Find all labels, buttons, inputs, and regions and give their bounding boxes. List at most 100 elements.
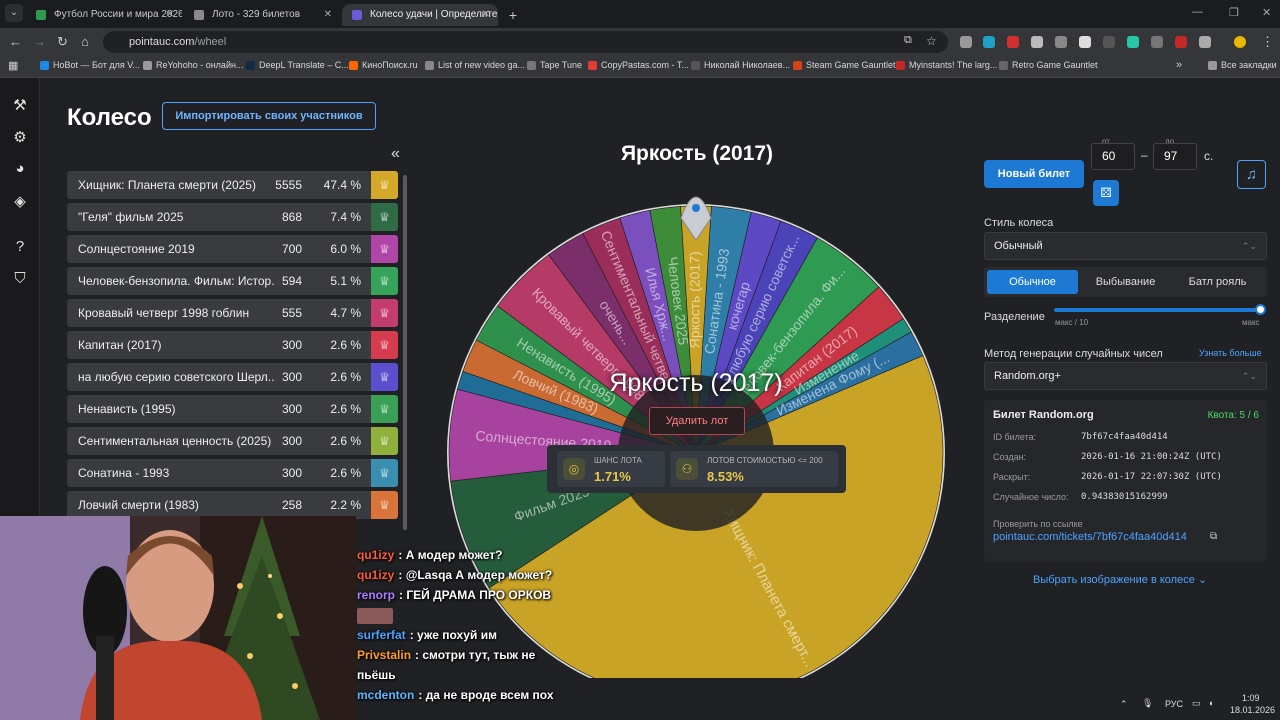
split-slider-handle[interactable] <box>1255 304 1266 315</box>
more-bookmarks-icon[interactable]: » <box>1176 59 1182 71</box>
extension-icon[interactable] <box>1151 36 1163 48</box>
wheel-style-select[interactable]: Обычный ⌃⌄ <box>984 232 1267 260</box>
address-bar[interactable]: pointauc.com/wheel <box>103 31 948 53</box>
list-item[interactable]: "Геля" фильм 2025 868 7.4 % ♕ <box>67 203 398 231</box>
gear-icon[interactable]: ⚙ <box>10 128 30 148</box>
bookmark-item[interactable]: Retro Game Gauntlet <box>999 60 1098 70</box>
list-item[interactable]: Сентиментальная ценность (2025) 300 2.6 % ♕ <box>67 427 398 455</box>
home-icon[interactable]: ⌂ <box>81 34 89 49</box>
learn-more-link[interactable]: Узнать больше <box>1199 348 1262 358</box>
extension-icon[interactable] <box>983 36 995 48</box>
back-icon[interactable]: ← <box>9 34 22 49</box>
gavel-icon[interactable]: ⚒ <box>10 96 30 116</box>
bookmark-item[interactable]: List of new video ga... <box>425 60 525 70</box>
lot-trophy-icon[interactable]: ♕ <box>371 171 398 199</box>
volume-icon[interactable]: ◖ <box>1208 698 1213 708</box>
to-input[interactable]: 97 <box>1153 143 1197 170</box>
lot-trophy-icon[interactable]: ♕ <box>371 395 398 423</box>
lot-trophy-icon[interactable]: ♕ <box>371 203 398 231</box>
split-slider-track[interactable] <box>1054 308 1261 312</box>
collapse-panel-icon[interactable]: « <box>391 145 400 163</box>
tray-chevron-icon[interactable]: ⌃ <box>1120 699 1128 710</box>
bookmark-item[interactable]: Николай Николаев... <box>691 60 790 70</box>
bookmark-item[interactable]: КиноПоиск.ru <box>349 60 418 70</box>
list-item[interactable]: Капитан (2017) 300 2.6 % ♕ <box>67 331 398 359</box>
microphone-icon[interactable]: 🎙 <box>1142 698 1153 709</box>
from-input[interactable]: 60 <box>1091 143 1135 170</box>
mode-normal[interactable]: Обычное <box>987 270 1078 294</box>
clock-time[interactable]: 1:09 <box>1242 693 1260 703</box>
bookmark-item[interactable]: DeepL Translate – С... <box>246 60 349 70</box>
profile-avatar-icon[interactable] <box>1234 36 1246 48</box>
wheel-pie-icon[interactable]: ◕ <box>10 160 30 180</box>
extension-icon[interactable] <box>1127 36 1139 48</box>
lot-trophy-icon[interactable]: ♕ <box>371 299 398 327</box>
bookmark-item[interactable]: Tape Tune <box>527 60 582 70</box>
tab-close-icon[interactable]: ✕ <box>482 4 490 26</box>
lot-trophy-icon[interactable]: ♕ <box>371 427 398 455</box>
extension-icon[interactable] <box>1031 36 1043 48</box>
tab-close-icon[interactable]: ✕ <box>166 4 174 26</box>
ticket-link[interactable]: pointauc.com/tickets/7bf67c4faa40d414 <box>993 531 1187 543</box>
close-window-icon[interactable]: ✕ <box>1262 6 1271 19</box>
new-tab-button[interactable]: + <box>500 4 526 26</box>
forward-icon[interactable]: → <box>33 34 46 49</box>
lot-trophy-icon[interactable]: ♕ <box>371 491 398 519</box>
minimize-icon[interactable]: — <box>1192 6 1203 18</box>
choose-wheel-image-button[interactable]: Выбрать изображение в колесе ⌄ <box>1033 573 1207 586</box>
tab-football[interactable]: Футбол России и мира 2026 - ✕ <box>26 4 182 26</box>
menu-kebab-icon[interactable]: ⋮ <box>1261 34 1274 50</box>
tab-close-icon[interactable]: ✕ <box>324 4 332 26</box>
mode-battle-royale[interactable]: Батл рояль <box>1172 270 1263 294</box>
extensions-puzzle-icon[interactable] <box>1199 36 1211 48</box>
help-icon[interactable]: ? <box>10 238 30 258</box>
list-item[interactable]: Ненависть (1995) 300 2.6 % ♕ <box>67 395 398 423</box>
all-bookmarks[interactable]: Все закладки <box>1208 60 1277 70</box>
shield-icon[interactable]: ⛉ <box>10 270 30 290</box>
maximize-icon[interactable]: ❐ <box>1229 6 1239 19</box>
list-item[interactable]: Солнцестояние 2019 700 6.0 % ♕ <box>67 235 398 263</box>
bookmark-star-icon[interactable]: ☆ <box>926 34 937 48</box>
lot-trophy-icon[interactable]: ♕ <box>371 331 398 359</box>
list-item[interactable]: Хищник: Планета смерти (2025) 5555 47.4 % ♕ <box>67 171 398 199</box>
dice-icon[interactable]: ⚄ <box>1093 180 1119 206</box>
list-item[interactable]: Ловчий смерти (1983) 258 2.2 % ♕ <box>67 491 398 519</box>
lot-trophy-icon[interactable]: ♕ <box>371 363 398 391</box>
bookmark-item[interactable]: ReYohoho - онлайн... <box>143 60 243 70</box>
lot-trophy-icon[interactable]: ♕ <box>371 235 398 263</box>
reload-icon[interactable]: ↻ <box>57 34 68 50</box>
extension-icon[interactable] <box>1079 36 1091 48</box>
tab-loto[interactable]: Лото - 329 билетов ✕ <box>184 4 340 26</box>
tab-wheel[interactable]: Колесо удачи | Определите по ✕ <box>342 4 498 26</box>
extension-icon[interactable] <box>1055 36 1067 48</box>
list-item[interactable]: Человек-бензопила. Фильм: Истор... 594 5.1… <box>67 267 398 295</box>
list-item[interactable]: Кровавый четверг 1998 гоблин 555 4.7 % ♕ <box>67 299 398 327</box>
tab-search-chevron-icon[interactable]: ⌄ <box>5 4 23 22</box>
bookmark-item[interactable]: Myinstants! The larg... <box>896 60 997 70</box>
extension-icon[interactable] <box>1175 36 1187 48</box>
import-participants-button[interactable]: Импортировать своих участников <box>162 102 376 130</box>
mode-elimination[interactable]: Выбывание <box>1080 270 1171 294</box>
music-note-icon[interactable]: ♫ <box>1237 160 1266 189</box>
layers-icon[interactable]: ◈ <box>10 192 30 212</box>
apps-grid-icon[interactable]: ▦ <box>8 59 18 72</box>
bookmark-item[interactable]: Steam Game Gauntlet <box>793 60 896 70</box>
lot-trophy-icon[interactable]: ♕ <box>371 459 398 487</box>
lot-trophy-icon[interactable]: ♕ <box>371 267 398 295</box>
list-item[interactable]: на любую серию советского Шерл... 300 2.6 … <box>67 363 398 391</box>
list-item[interactable]: Сонатина - 1993 300 2.6 % ♕ <box>67 459 398 487</box>
lots-scrollbar[interactable] <box>403 175 407 530</box>
network-icon[interactable]: ▭ <box>1192 698 1201 709</box>
copy-icon[interactable]: ⧉ <box>1210 531 1217 542</box>
language-indicator[interactable]: РУС <box>1165 699 1183 709</box>
bookmark-item[interactable]: CopyPastas.com - T... <box>588 60 689 70</box>
rng-select[interactable]: Random.org+ ⌃⌄ <box>984 362 1267 390</box>
clock-date[interactable]: 18.01.2026 <box>1230 705 1275 715</box>
bookmark-item[interactable]: HoBot — Бот для V... <box>40 60 140 70</box>
extension-icon[interactable] <box>1007 36 1019 48</box>
delete-lot-button[interactable]: Удалить лот <box>649 407 745 435</box>
extension-icon[interactable] <box>1103 36 1115 48</box>
new-ticket-button[interactable]: Новый билет <box>984 160 1084 188</box>
extension-icon[interactable] <box>960 36 972 48</box>
translate-icon[interactable]: ⧉ <box>904 34 912 47</box>
